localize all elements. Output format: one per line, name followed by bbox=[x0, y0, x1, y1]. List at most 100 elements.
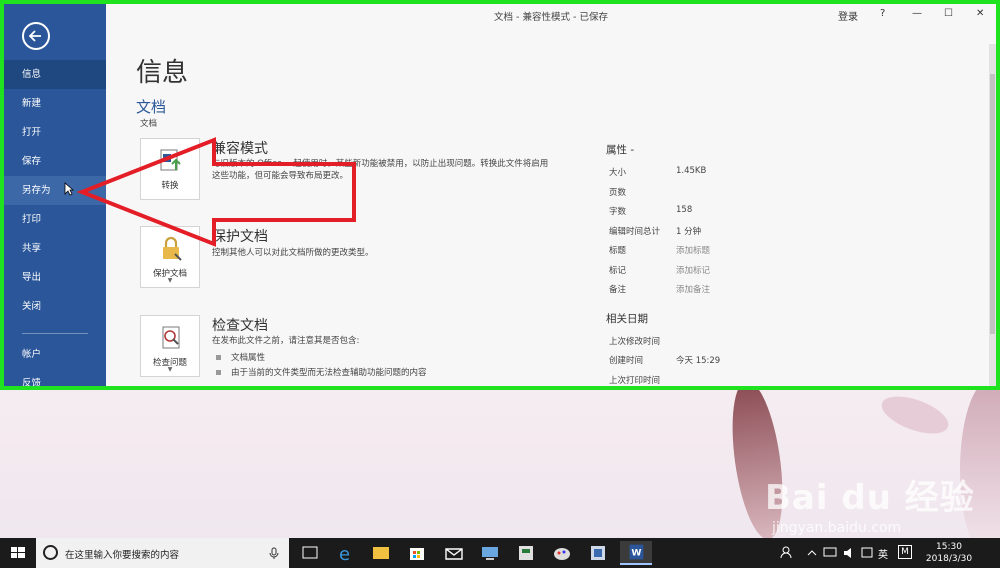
nav-item-label: 另存为 bbox=[22, 185, 51, 196]
wallpaper-petal bbox=[876, 388, 954, 442]
nav-item-info[interactable]: 信息 bbox=[4, 60, 106, 89]
nav-item-account[interactable]: 帐户 bbox=[4, 340, 106, 369]
search-placeholder: 在这里输入你要搜索的内容 bbox=[65, 550, 180, 561]
nav-item-save[interactable]: 保存 bbox=[4, 147, 106, 176]
file-explorer-icon[interactable] bbox=[365, 541, 397, 565]
system-clock[interactable]: 15:30 2018/3/30 bbox=[920, 541, 978, 565]
taskbar: 在这里输入你要搜索的内容 e W 英 M 15:30 2018/3/30 bbox=[0, 538, 1000, 568]
property-row: 备注 添加备注 bbox=[606, 283, 836, 303]
clock-time: 15:30 bbox=[936, 542, 962, 552]
inspect-bullet: 由于当前的文件类型而无法检查辅助功能问题的内容 bbox=[216, 366, 427, 378]
nav-item-close[interactable]: 关闭 bbox=[4, 292, 106, 321]
property-key: 标记 bbox=[609, 265, 627, 276]
date-row: 创建时间 今天 15:29 bbox=[606, 354, 836, 374]
nav-item-new[interactable]: 新建 bbox=[4, 89, 106, 118]
property-key: 标题 bbox=[609, 246, 627, 256]
related-dates-heading: 相关日期 bbox=[606, 312, 648, 325]
document-path: 文档 bbox=[140, 119, 158, 129]
taskbar-search-box[interactable]: 在这里输入你要搜索的内容 bbox=[36, 538, 289, 568]
start-button[interactable] bbox=[0, 538, 36, 568]
task-view-icon[interactable] bbox=[294, 541, 326, 565]
properties-heading[interactable]: 属性 - bbox=[606, 142, 836, 158]
properties-panel: 属性 - 大小 1.45KB 页数 字数 158 编辑时间总计 1 分钟 标题 添加标题… bbox=[606, 142, 836, 387]
property-row: 标记 添加标记 bbox=[606, 264, 836, 284]
add-title-field[interactable]: 添加标题 bbox=[676, 244, 710, 256]
back-button[interactable] bbox=[22, 22, 50, 50]
info-pane: 信息 文档 文档 转换 兼容模式 与旧版本的 Office 一起使用时，某些新功… bbox=[106, 30, 989, 386]
window-title: 文档 - 兼容性模式 - 已保存 bbox=[494, 12, 608, 23]
page-title: 信息 bbox=[136, 58, 189, 88]
cortana-icon bbox=[43, 545, 58, 560]
sign-in-link[interactable]: 登录 bbox=[838, 8, 858, 23]
property-value: 158 bbox=[676, 205, 693, 215]
nav-item-save-as[interactable]: 另存为 bbox=[4, 176, 106, 205]
property-key: 大小 bbox=[609, 168, 627, 178]
baidu-watermark-url: jingyan.baidu.com bbox=[772, 520, 902, 536]
lock-icon bbox=[163, 236, 182, 261]
property-row: 字数 158 bbox=[606, 205, 836, 225]
inspect-document-title: 检查文档 bbox=[212, 318, 268, 334]
edge-browser-icon[interactable]: e bbox=[330, 541, 362, 565]
convert-button[interactable]: 转换 bbox=[140, 138, 200, 200]
date-row: 上次修改时间 bbox=[606, 335, 836, 355]
nav-item-feedback[interactable]: 反馈 bbox=[4, 369, 106, 386]
maximize-button[interactable]: ☐ bbox=[944, 8, 953, 19]
scrollbar-thumb[interactable] bbox=[990, 74, 995, 334]
paint-icon[interactable] bbox=[546, 541, 578, 565]
windows-logo-icon bbox=[11, 547, 25, 558]
title-bar: 文档 - 兼容性模式 - 已保存 登录 ? — ☐ ✕ bbox=[106, 4, 996, 30]
mail-icon[interactable] bbox=[438, 541, 470, 565]
help-button[interactable]: ? bbox=[880, 8, 885, 19]
word-app-icon[interactable]: W bbox=[620, 541, 652, 565]
mouse-cursor-icon bbox=[64, 182, 74, 196]
network-app-icon[interactable] bbox=[474, 541, 506, 565]
nav-item-share[interactable]: 共享 bbox=[4, 234, 106, 263]
ime-language-indicator[interactable]: 英 bbox=[878, 546, 888, 568]
scrollbar[interactable] bbox=[989, 44, 996, 386]
nav-item-open[interactable]: 打开 bbox=[4, 118, 106, 147]
ime-mode-indicator[interactable]: M bbox=[898, 545, 912, 559]
backstage-nav-panel: 信息 新建 打开 保存 另存为 打印 共享 导出 关闭 帐户 反馈 bbox=[4, 4, 106, 386]
app-icon[interactable] bbox=[510, 541, 542, 565]
property-key: 字数 bbox=[609, 207, 627, 217]
ime-icon[interactable] bbox=[860, 538, 874, 568]
check-issues-button[interactable]: 检查问题 ▼ bbox=[140, 315, 200, 377]
property-row: 标题 添加标题 bbox=[606, 244, 836, 264]
compat-mode-desc: 与旧版本的 Office 一起使用时，某些新功能被禁用，以防止出现问题。转换此文… bbox=[212, 159, 549, 181]
property-key: 备注 bbox=[609, 285, 627, 295]
date-key: 上次打印时间 bbox=[609, 375, 661, 386]
back-arrow-icon bbox=[28, 30, 41, 42]
add-tags-field[interactable]: 添加标记 bbox=[676, 264, 710, 276]
nav-divider bbox=[22, 333, 88, 334]
close-button[interactable]: ✕ bbox=[976, 8, 984, 19]
nav-item-print[interactable]: 打印 bbox=[4, 205, 106, 234]
property-row: 大小 1.45KB bbox=[606, 166, 836, 186]
property-value: 1 分钟 bbox=[676, 226, 702, 237]
volume-icon[interactable] bbox=[842, 538, 858, 568]
baidu-watermark: Bai du 经验 bbox=[765, 478, 975, 518]
app-icon[interactable] bbox=[582, 541, 614, 565]
add-comments-field[interactable]: 添加备注 bbox=[676, 283, 710, 295]
date-row: 上次打印时间 bbox=[606, 374, 836, 387]
chevron-up-icon[interactable] bbox=[806, 538, 818, 568]
property-row: 编辑时间总计 1 分钟 bbox=[606, 225, 836, 245]
clock-date: 2018/3/30 bbox=[925, 554, 973, 564]
chevron-down-icon: ▼ bbox=[167, 366, 173, 373]
inspect-bullet: 文档属性 bbox=[216, 351, 265, 363]
people-icon[interactable] bbox=[778, 538, 794, 568]
svg-text:e: e bbox=[339, 544, 350, 565]
chevron-down-icon: ▼ bbox=[167, 277, 173, 284]
protect-document-button[interactable]: 保护文档 ▼ bbox=[140, 226, 200, 288]
minimize-button[interactable]: — bbox=[912, 8, 922, 19]
word-window: 信息 新建 打开 保存 另存为 打印 共享 导出 关闭 帐户 反馈 文档 - 兼… bbox=[0, 0, 1000, 390]
svg-text:W: W bbox=[631, 548, 641, 559]
compat-mode-title: 兼容模式 bbox=[212, 141, 268, 157]
date-value: 今天 15:29 bbox=[676, 356, 721, 366]
property-value: 1.45KB bbox=[676, 166, 707, 176]
network-icon[interactable] bbox=[822, 538, 838, 568]
nav-item-export[interactable]: 导出 bbox=[4, 263, 106, 292]
protect-document-title: 保护文档 bbox=[212, 229, 268, 245]
store-icon[interactable] bbox=[401, 541, 433, 565]
convert-icon bbox=[160, 149, 181, 171]
microphone-icon[interactable] bbox=[269, 547, 279, 560]
